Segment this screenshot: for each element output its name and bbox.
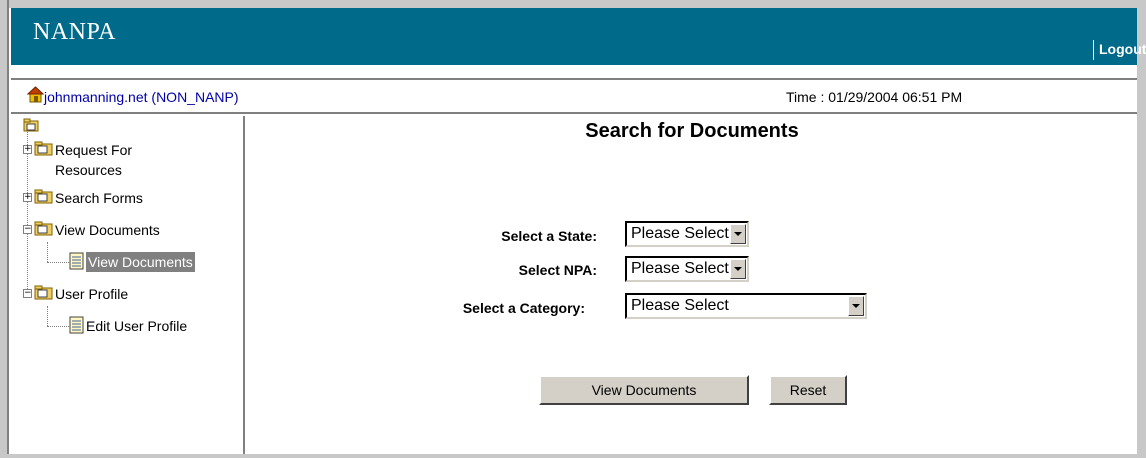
- brand-logo: NANPA: [33, 19, 116, 45]
- sidebar-item-label[interactable]: Resources: [55, 160, 132, 180]
- npa-select-value: Please Select: [631, 260, 729, 277]
- home-icon[interactable]: [27, 86, 44, 104]
- tree-guide-line: [47, 306, 48, 326]
- sidebar-item-view-documents[interactable]: View Documents: [69, 252, 195, 272]
- app-header: NANPA Logout: [11, 8, 1146, 65]
- tree-guide-line: [47, 326, 69, 327]
- npa-select[interactable]: Please Select: [625, 256, 749, 282]
- sidebar-item-edit-user-profile[interactable]: Edit User Profile: [69, 316, 187, 336]
- category-select[interactable]: Please Select: [625, 293, 867, 319]
- expand-toggle-icon[interactable]: +: [23, 145, 32, 154]
- sidebar-item-view-documents-folder[interactable]: − View Documents: [23, 220, 160, 240]
- folder-icon: [34, 189, 53, 204]
- sidebar-item-request-for-resources[interactable]: + Request For Resources: [23, 140, 132, 180]
- logout-separator: [1093, 40, 1094, 60]
- expand-toggle-icon[interactable]: +: [23, 193, 32, 202]
- page-title: Search for Documents: [585, 120, 799, 142]
- window-frame-top: [0, 0, 1146, 8]
- sidebar-item-label[interactable]: Edit User Profile: [86, 316, 187, 336]
- sidebar-item-label[interactable]: Request For: [55, 140, 132, 160]
- window-frame-bottom: [0, 454, 1146, 458]
- state-label: Select a State:: [501, 228, 597, 244]
- view-documents-button[interactable]: View Documents: [539, 375, 749, 405]
- state-select[interactable]: Please Select: [625, 221, 749, 247]
- logout-link[interactable]: Logout: [1099, 41, 1146, 57]
- tree-root-folder-icon: [23, 118, 39, 132]
- sidebar-tree: + Request For Resources + Search Forms −…: [11, 116, 245, 454]
- chevron-down-icon[interactable]: [848, 296, 864, 316]
- open-folder-icon: [34, 221, 53, 236]
- collapse-toggle-icon[interactable]: −: [23, 225, 32, 234]
- window-frame-left: [0, 0, 9, 458]
- collapse-toggle-icon[interactable]: −: [23, 289, 32, 298]
- folder-icon: [34, 285, 53, 300]
- sidebar-item-label[interactable]: View Documents: [55, 220, 160, 240]
- folder-icon: [34, 141, 53, 156]
- document-icon: [69, 316, 84, 334]
- chevron-down-icon[interactable]: [730, 259, 746, 279]
- sidebar-item-label[interactable]: User Profile: [55, 284, 128, 304]
- sidebar-item-user-profile-folder[interactable]: − User Profile: [23, 284, 128, 304]
- category-select-value: Please Select: [631, 297, 729, 314]
- info-bar: johnmanning.net (NON_NANP) Time : 01/29/…: [11, 78, 1137, 114]
- sidebar-item-label[interactable]: View Documents: [86, 252, 195, 272]
- session-time: Time : 01/29/2004 06:51 PM: [786, 89, 963, 105]
- header-spacer: [11, 65, 1137, 73]
- tree-guide-line: [47, 242, 48, 262]
- main-content: Search for Documents Select a State: Ple…: [247, 116, 1137, 454]
- sidebar-item-label[interactable]: Search Forms: [55, 188, 143, 208]
- chevron-down-icon[interactable]: [730, 224, 746, 244]
- site-account-link[interactable]: johnmanning.net (NON_NANP): [44, 89, 239, 105]
- window-frame-right: [1137, 0, 1146, 458]
- category-label: Select a Category:: [462, 300, 585, 316]
- tree-guide-line: [47, 262, 69, 263]
- npa-label: Select NPA:: [518, 262, 597, 278]
- reset-button[interactable]: Reset: [769, 375, 847, 405]
- document-icon: [69, 252, 84, 270]
- state-select-value: Please Select: [631, 225, 729, 242]
- sidebar-item-search-forms[interactable]: + Search Forms: [23, 188, 143, 208]
